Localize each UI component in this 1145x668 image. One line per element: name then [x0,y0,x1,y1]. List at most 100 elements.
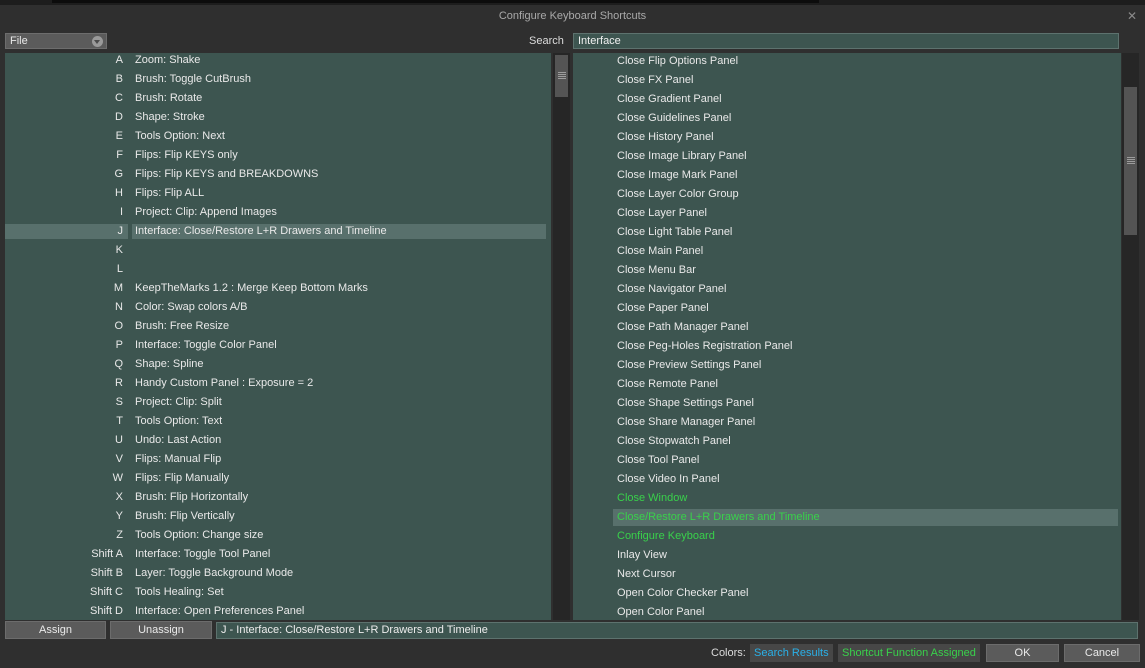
function-row[interactable]: Close Preview Settings Panel [573,357,1121,376]
function-row[interactable]: Close Flip Options Panel [573,53,1121,72]
function-row[interactable]: Close Share Manager Panel [573,414,1121,433]
function-label: Close Navigator Panel [617,283,727,295]
function-row[interactable]: Close Gradient Panel [573,91,1121,110]
function-row[interactable]: Close Window [573,490,1121,509]
close-icon[interactable]: ✕ [1127,9,1137,23]
function-row[interactable]: Close Paper Panel [573,300,1121,319]
function-label: Close Paper Panel [617,302,709,314]
shortcut-row[interactable]: O Brush: Free Resize [5,319,551,338]
shortcut-action: Brush: Free Resize [135,320,230,332]
shortcut-key: L [116,263,123,275]
shortcut-row[interactable]: G Flips: Flip KEYS and BREAKDOWNS [5,167,551,186]
function-row[interactable]: Open Color Checker Panel [573,585,1121,604]
function-row[interactable]: Close Guidelines Panel [573,110,1121,129]
shortcut-row[interactable]: J Interface: Close/Restore L+R Drawers an… [5,224,551,243]
function-row[interactable]: Close FX Panel [573,72,1121,91]
function-row[interactable]: Close Layer Color Group [573,186,1121,205]
shortcut-row[interactable]: P Interface: Toggle Color Panel [5,338,551,357]
function-label: Close Flip Options Panel [617,55,739,67]
function-label: Close Peg-Holes Registration Panel [617,340,793,352]
function-list[interactable]: Close Flip Options Panel Close FX Panel Cl… [573,53,1121,620]
shortcut-key: H [115,187,123,199]
shortcut-row[interactable]: X Brush: Flip Horizontally [5,490,551,509]
function-row[interactable]: Close Peg-Holes Registration Panel [573,338,1121,357]
function-list-scrollbar[interactable] [1122,53,1139,620]
shortcut-row[interactable]: N Color: Swap colors A/B [5,300,551,319]
function-label: Close Gradient Panel [617,93,722,105]
shortcut-row[interactable]: Y Brush: Flip Vertically [5,509,551,528]
function-label: Close Menu Bar [617,264,696,276]
shortcut-list-scroll-thumb[interactable] [555,55,568,97]
function-label: Close Light Table Panel [617,226,733,238]
shortcut-row[interactable]: L [5,262,551,281]
function-row[interactable]: Close Shape Settings Panel [573,395,1121,414]
function-label: Close Shape Settings Panel [617,397,754,409]
shortcut-key: D [115,111,123,123]
shortcut-row[interactable]: D Shape: Stroke [5,110,551,129]
shortcut-row[interactable]: F Flips: Flip KEYS only [5,148,551,167]
shortcut-row[interactable]: Q Shape: Spline [5,357,551,376]
shortcut-action: Interface: Toggle Color Panel [135,339,277,351]
function-row[interactable]: Close Remote Panel [573,376,1121,395]
function-row[interactable]: Close Light Table Panel [573,224,1121,243]
shortcut-row[interactable]: H Flips: Flip ALL [5,186,551,205]
function-label: Close Preview Settings Panel [617,359,762,371]
shortcut-row[interactable]: Shift A Interface: Toggle Tool Panel [5,547,551,566]
function-label: Close Layer Panel [617,207,707,219]
ok-button[interactable]: OK [986,644,1059,662]
shortcut-row[interactable]: B Brush: Toggle CutBrush [5,72,551,91]
function-row[interactable]: Open Color Panel [573,604,1121,620]
shortcut-row[interactable]: E Tools Option: Next [5,129,551,148]
function-row[interactable]: Close History Panel [573,129,1121,148]
shortcut-action: Project: Clip: Append Images [135,206,277,218]
search-input[interactable] [573,33,1119,49]
window-title: Configure Keyboard Shortcuts [498,10,647,22]
shortcut-row[interactable]: Shift B Layer: Toggle Background Mode [5,566,551,585]
function-row[interactable]: Close Stopwatch Panel [573,433,1121,452]
shortcut-action: Brush: Flip Vertically [135,510,235,522]
shortcut-row[interactable]: U Undo: Last Action [5,433,551,452]
shortcut-row[interactable]: W Flips: Flip Manually [5,471,551,490]
function-row[interactable]: Close Image Library Panel [573,148,1121,167]
shortcut-row[interactable]: A Zoom: Shake [5,53,551,72]
function-label: Close FX Panel [617,74,694,86]
shortcut-row[interactable]: C Brush: Rotate [5,91,551,110]
shortcut-row[interactable]: R Handy Custom Panel : Exposure = 2 [5,376,551,395]
shortcut-row[interactable]: Z Tools Option: Change size [5,528,551,547]
cancel-button[interactable]: Cancel [1064,644,1140,662]
function-row[interactable]: Close Main Panel [573,243,1121,262]
function-label: Inlay View [617,549,667,561]
function-row[interactable]: Close Video In Panel [573,471,1121,490]
shortcut-key: M [113,282,123,294]
shortcut-list[interactable]: A Zoom: Shake B Brush: Toggle CutBrush C Brus… [5,53,551,620]
unassign-button[interactable]: Unassign [110,621,212,639]
shortcut-action: Flips: Flip KEYS and BREAKDOWNS [135,168,319,180]
function-row[interactable]: Close Path Manager Panel [573,319,1121,338]
function-row[interactable]: Close Image Mark Panel [573,167,1121,186]
function-label: Close Main Panel [617,245,704,257]
shortcut-row[interactable]: M KeepTheMarks 1.2 : Merge Keep Bottom Ma… [5,281,551,300]
shortcut-list-scrollbar[interactable] [553,53,570,620]
function-row[interactable]: Close Layer Panel [573,205,1121,224]
function-row[interactable]: Next Cursor [573,566,1121,585]
shortcut-key: C [115,92,123,104]
function-row[interactable]: Close Tool Panel [573,452,1121,471]
shortcut-row[interactable]: Shift C Tools Healing: Set [5,585,551,604]
function-list-scroll-thumb[interactable] [1124,87,1137,235]
shortcut-row[interactable]: T Tools Option: Text [5,414,551,433]
shortcut-key: I [119,206,123,218]
function-row[interactable]: Close Navigator Panel [573,281,1121,300]
shortcut-row[interactable]: Shift D Interface: Open Preferences Panel [5,604,551,620]
shortcut-row[interactable]: V Flips: Manual Flip [5,452,551,471]
function-row[interactable]: Configure Keyboard [573,528,1121,547]
shortcut-row[interactable]: K [5,243,551,262]
function-row[interactable]: Close Menu Bar [573,262,1121,281]
chevron-down-icon[interactable] [92,36,103,47]
assign-button[interactable]: Assign [5,621,106,639]
shortcut-key: Y [115,510,123,522]
function-row[interactable]: Inlay View [573,547,1121,566]
shortcut-row[interactable]: S Project: Clip: Split [5,395,551,414]
shortcut-row[interactable]: I Project: Clip: Append Images [5,205,551,224]
function-row[interactable]: Close/Restore L+R Drawers and Timeline [613,509,1118,526]
file-dropdown[interactable]: File [5,33,107,49]
